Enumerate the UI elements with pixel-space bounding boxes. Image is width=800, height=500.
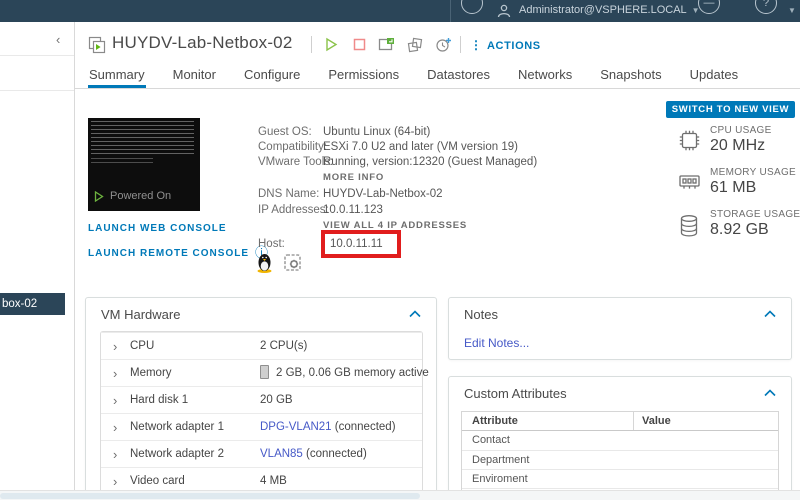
more-info-link[interactable]: MORE INFO (323, 172, 384, 183)
actions-button[interactable]: ⋮ ACTIONS (470, 38, 541, 52)
console-preview[interactable]: Powered On (88, 118, 200, 211)
guest-os-label: Guest OS: (258, 126, 312, 138)
toolbar-divider (311, 36, 312, 53)
console-text-noise (91, 158, 153, 166)
custom-attributes-title: Custom Attributes (464, 386, 567, 401)
network-link[interactable]: VLAN85 (260, 448, 303, 460)
sidebar-collapse-icon[interactable]: ‹ (56, 32, 60, 47)
page-title: HUYDV-Lab-Netbox-02 (112, 33, 293, 52)
compatibility-label: Compatibility: (258, 141, 328, 153)
tab-networks[interactable]: Networks (517, 62, 573, 88)
expand-chevron-icon[interactable]: › (113, 414, 117, 441)
vm-icon (88, 36, 106, 54)
edit-notes-link[interactable]: Edit Notes... (464, 336, 529, 350)
expand-chevron-icon[interactable]: › (113, 333, 117, 360)
toolbar-divider (460, 36, 461, 53)
table-row: Enviroment (462, 469, 778, 488)
vm-hardware-row[interactable]: › CPU 2 CPU(s) (101, 332, 422, 359)
dns-name-label: DNS Name: (258, 188, 320, 200)
vm-settings-icon[interactable] (283, 253, 302, 272)
feedback-icon[interactable]: — (698, 0, 720, 14)
tab-permissions[interactable]: Permissions (327, 62, 400, 88)
ip-addresses-label: IP Addresses: (258, 204, 329, 216)
tree-item-tooltip[interactable]: box-02 (0, 293, 65, 315)
storage-usage-value: 8.92 GB (710, 221, 769, 238)
tab-snapshots[interactable]: Snapshots (599, 62, 662, 88)
network-link[interactable]: DPG-VLAN21 (260, 421, 332, 433)
user-icon (496, 3, 512, 19)
tab-bar: Summary Monitor Configure Permissions Da… (75, 62, 800, 89)
shut-down-icon[interactable] (352, 37, 368, 53)
table-row: Contact (472, 434, 510, 446)
launch-web-console-link[interactable]: LAUNCH WEB CONSOLE (88, 223, 227, 234)
snapshot-icon[interactable] (407, 37, 423, 53)
expand-chevron-icon[interactable]: › (113, 441, 117, 468)
open-console-icon[interactable] (378, 37, 394, 53)
compatibility-value: ESXi 7.0 U2 and later (VM version 19) (323, 141, 518, 153)
memory-usage-label: MEMORY USAGE (710, 167, 797, 178)
scheduled-task-icon[interactable] (435, 37, 451, 53)
user-menu[interactable]: Administrator@VSPHERE.LOCAL ▼ (519, 0, 700, 22)
power-on-icon[interactable] (324, 37, 340, 53)
storage-icon (678, 214, 700, 238)
sidebar-divider (0, 55, 74, 56)
expand-chevron-icon[interactable]: › (113, 387, 117, 414)
vm-hardware-table: › CPU 2 CPU(s) › Memory 2 GB, 0.06 GB me… (100, 331, 429, 495)
value-column-header: Value (642, 415, 671, 427)
memory-bar-icon (260, 365, 269, 379)
linux-tux-icon (256, 252, 273, 273)
horizontal-scrollbar (0, 490, 800, 500)
collapse-chevron-icon[interactable] (764, 389, 776, 397)
vm-hardware-title: VM Hardware (101, 307, 181, 322)
collapse-chevron-icon[interactable] (409, 310, 421, 318)
cpu-icon (678, 129, 701, 152)
play-outline-icon (94, 190, 104, 202)
vm-hardware-row[interactable]: › Network adapter 1 DPG-VLAN21 (connecte… (101, 413, 422, 440)
notes-panel: Notes Edit Notes... (448, 297, 792, 360)
tab-configure[interactable]: Configure (243, 62, 301, 88)
tab-updates[interactable]: Updates (689, 62, 739, 88)
guest-os-value: Ubuntu Linux (64-bit) (323, 126, 431, 138)
kebab-icon: ⋮ (470, 38, 482, 52)
collapse-chevron-icon[interactable] (764, 310, 776, 318)
vm-hardware-row[interactable]: › Network adapter 2 VLAN85 (connected) (101, 440, 422, 467)
custom-attributes-panel: Custom Attributes Attribute Value Contac… (448, 376, 792, 500)
memory-icon (678, 173, 701, 191)
memory-usage-value: 61 MB (710, 179, 757, 196)
top-bar: Administrator@VSPHERE.LOCAL ▼ — ? ▼ (0, 0, 800, 22)
horizontal-scrollbar-thumb[interactable] (0, 493, 420, 499)
help-chevron-icon: ▼ (788, 6, 796, 15)
tab-summary[interactable]: Summary (88, 62, 146, 88)
topbar-divider (450, 0, 451, 22)
table-header: Attribute Value (462, 412, 778, 431)
storage-usage-label: STORAGE USAGE (710, 209, 800, 220)
custom-attributes-table: Attribute Value Contact Department Envir… (461, 411, 779, 499)
ip-addresses-value: 10.0.11.123 (323, 204, 383, 216)
vm-hardware-row[interactable]: › Hard disk 1 20 GB (101, 386, 422, 413)
console-text-noise (91, 121, 194, 155)
vmware-tools-label: VMware Tools: (258, 156, 334, 168)
vm-hardware-panel: VM Hardware › CPU 2 CPU(s) › Memory 2 GB… (85, 297, 437, 500)
notes-title: Notes (464, 307, 498, 322)
navigation-sidebar: ‹ (0, 22, 75, 490)
dns-name-value: HUYDV-Lab-Netbox-02 (323, 188, 443, 200)
tab-monitor[interactable]: Monitor (172, 62, 217, 88)
switch-to-new-view-button[interactable]: SWITCH TO NEW VIEW (666, 101, 795, 118)
refresh-icon[interactable] (461, 0, 483, 14)
sidebar-divider (0, 90, 74, 91)
launch-remote-console-link[interactable]: LAUNCH REMOTE CONSOLE ⓘ (88, 242, 269, 261)
host-ip-highlight (321, 230, 401, 258)
host-label: Host: (258, 238, 285, 250)
help-icon[interactable]: ? (755, 0, 777, 14)
table-row: Department (462, 450, 778, 469)
vmware-tools-value: Running, version:12320 (Guest Managed) (323, 156, 538, 168)
power-status: Powered On (94, 190, 171, 202)
cpu-usage-value: 20 MHz (710, 137, 766, 154)
tab-datastores[interactable]: Datastores (426, 62, 491, 88)
expand-chevron-icon[interactable]: › (113, 360, 117, 387)
attribute-column-header: Attribute (462, 412, 634, 430)
cpu-usage-label: CPU USAGE (710, 125, 772, 136)
vm-hardware-row[interactable]: › Memory 2 GB, 0.06 GB memory active (101, 359, 429, 387)
